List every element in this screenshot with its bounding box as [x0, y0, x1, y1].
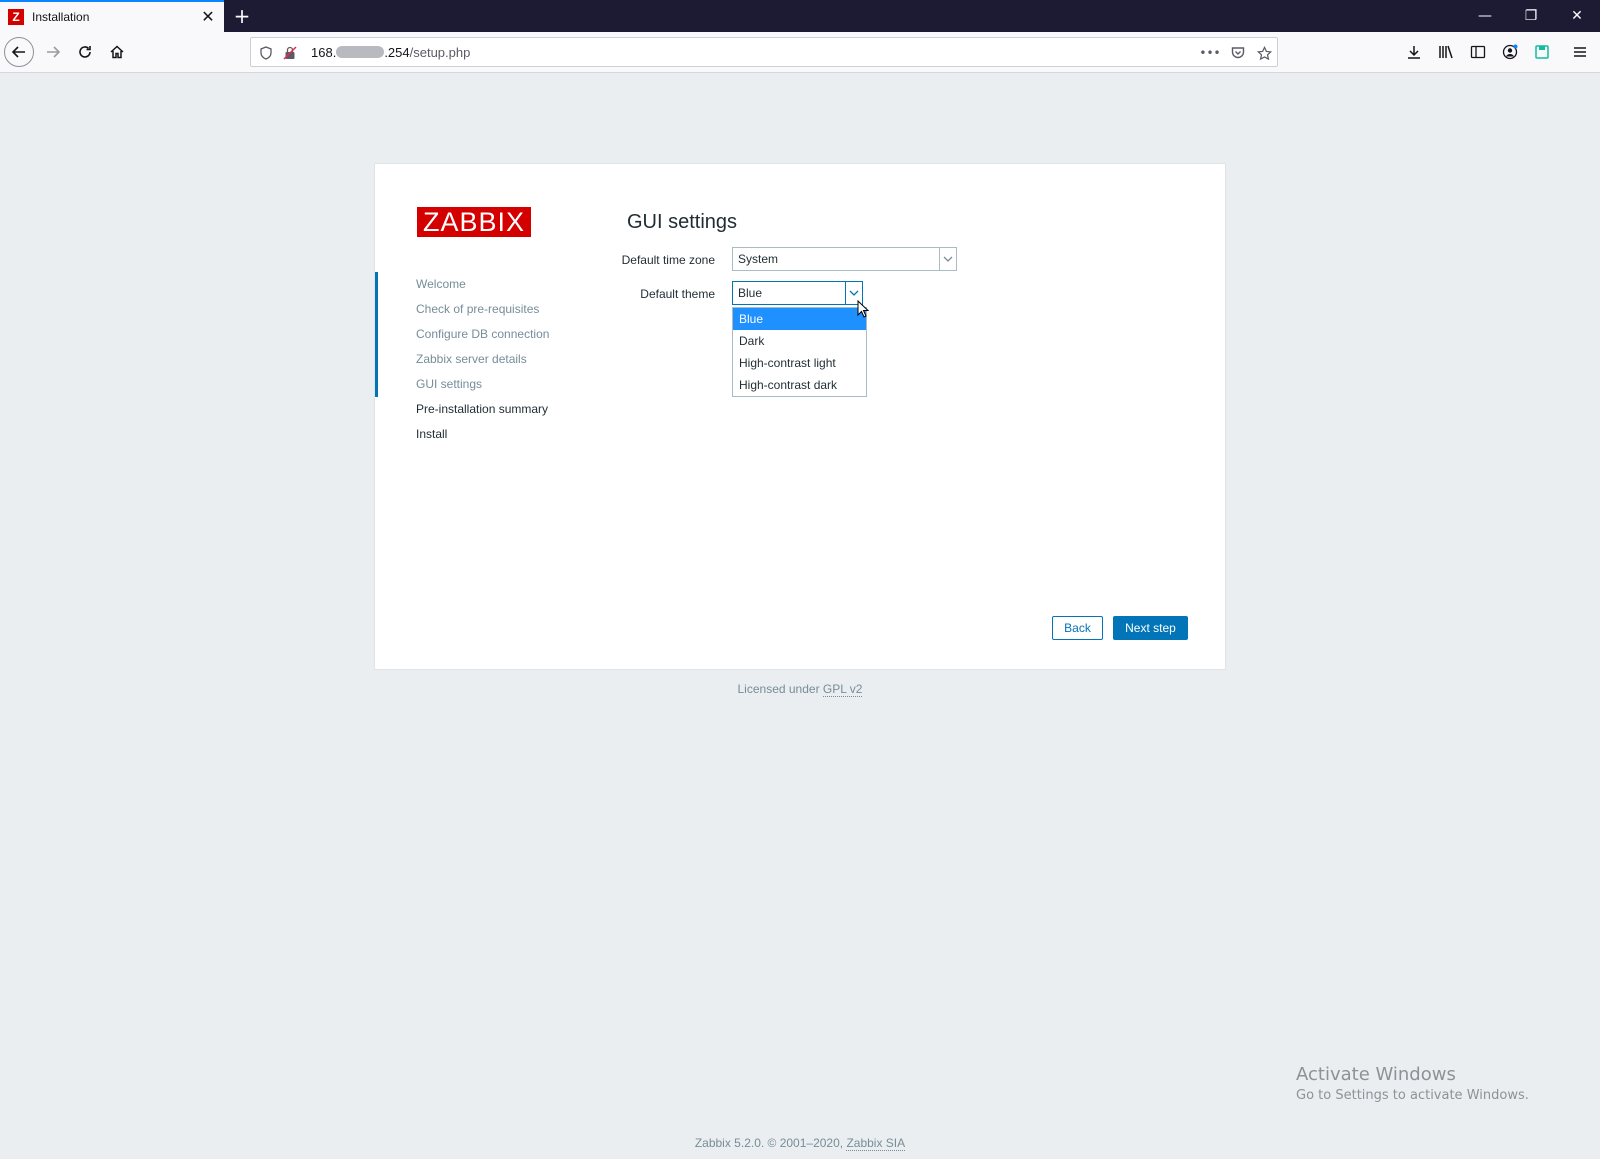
url-prefix: 168.: [311, 44, 337, 60]
zabbix-favicon-icon: Z: [8, 9, 24, 25]
tab-close-icon[interactable]: ✕: [200, 9, 216, 25]
zabbix-logo: ZABBIX: [417, 207, 531, 237]
back-button[interactable]: Back: [1052, 616, 1103, 640]
license-prefix: Licensed under: [737, 682, 823, 696]
timezone-value: System: [738, 252, 779, 266]
browser-toolbar: 168. .254/setup.php •••: [0, 32, 1600, 73]
theme-option-hc-dark[interactable]: High-contrast dark: [733, 374, 866, 396]
step-server-details: Zabbix server details: [375, 347, 575, 372]
watermark-title: Activate Windows: [1296, 1064, 1456, 1085]
theme-option-blue[interactable]: Blue: [733, 308, 866, 330]
tab-title: Installation: [32, 10, 90, 24]
page-footer: Zabbix 5.2.0. © 2001–2020, Zabbix SIA: [0, 1136, 1600, 1151]
browser-tab-bar: Z Installation ✕ + — ❐ ✕: [0, 0, 1600, 32]
new-tab-icon[interactable]: +: [232, 6, 252, 26]
save-extension-icon[interactable]: [1532, 42, 1552, 62]
home-icon[interactable]: [102, 37, 132, 67]
watermark-subtitle: Go to Settings to activate Windows.: [1296, 1088, 1529, 1103]
setup-container: ZABBIX Welcome Check of pre-requisites C…: [374, 163, 1226, 670]
address-bar[interactable]: 168. .254/setup.php •••: [250, 37, 1278, 67]
theme-select[interactable]: Blue: [732, 281, 863, 305]
step-install: Install: [416, 427, 448, 441]
library-icon[interactable]: [1436, 42, 1456, 62]
forward-arrow-icon[interactable]: [38, 37, 68, 67]
setup-steps-list: Welcome Check of pre-requisites Configur…: [375, 272, 575, 447]
reload-icon[interactable]: [70, 37, 100, 67]
url-host-tail: .254: [384, 44, 410, 60]
menu-hamburger-icon[interactable]: [1570, 42, 1590, 62]
theme-value: Blue: [738, 286, 763, 300]
sidebar-icon[interactable]: [1468, 42, 1488, 62]
step-db-connection: Configure DB connection: [375, 322, 575, 347]
browser-tab[interactable]: Z Installation ✕: [0, 0, 224, 32]
timezone-label: Default time zone: [621, 253, 715, 267]
chevron-down-icon: [939, 248, 956, 270]
pocket-icon[interactable]: [1229, 44, 1247, 62]
window-close-icon[interactable]: ✕: [1554, 0, 1600, 32]
more-actions-icon[interactable]: •••: [1199, 44, 1220, 62]
downloads-icon[interactable]: [1404, 42, 1424, 62]
url-redacted: [336, 45, 385, 58]
insecure-lock-icon[interactable]: [281, 44, 299, 62]
next-step-button[interactable]: Next step: [1113, 616, 1188, 640]
shield-icon[interactable]: [257, 44, 275, 62]
step-pre-install-summary: Pre-installation summary: [416, 402, 549, 416]
minimize-icon[interactable]: —: [1462, 0, 1508, 32]
account-icon[interactable]: [1500, 42, 1520, 62]
gpl-link[interactable]: GPL v2: [822, 682, 863, 697]
bookmark-star-icon[interactable]: [1255, 44, 1273, 62]
license-note: Licensed under GPL v2: [0, 682, 1600, 697]
url-text: 168. .254/setup.php: [311, 45, 470, 60]
zabbix-sia-link[interactable]: Zabbix SIA: [846, 1136, 906, 1151]
step-gui-settings: GUI settings: [375, 372, 575, 397]
theme-option-dark[interactable]: Dark: [733, 330, 866, 352]
step-prerequisites: Check of pre-requisites: [375, 297, 575, 322]
mouse-cursor-icon: [857, 300, 869, 318]
footer-text: Zabbix 5.2.0. © 2001–2020,: [694, 1136, 847, 1150]
timezone-select[interactable]: System: [732, 247, 957, 271]
url-path: /setup.php: [409, 44, 471, 60]
theme-dropdown-list: Blue Dark High-contrast light High-contr…: [732, 307, 867, 397]
page-title: GUI settings: [627, 211, 738, 233]
theme-option-hc-light[interactable]: High-contrast light: [733, 352, 866, 374]
activate-windows-watermark: Activate Windows Go to Settings to activ…: [1296, 1064, 1529, 1103]
restore-icon[interactable]: ❐: [1508, 0, 1554, 32]
step-welcome: Welcome: [375, 272, 575, 297]
theme-label: Default theme: [640, 287, 715, 301]
back-arrow-icon[interactable]: [4, 37, 34, 67]
